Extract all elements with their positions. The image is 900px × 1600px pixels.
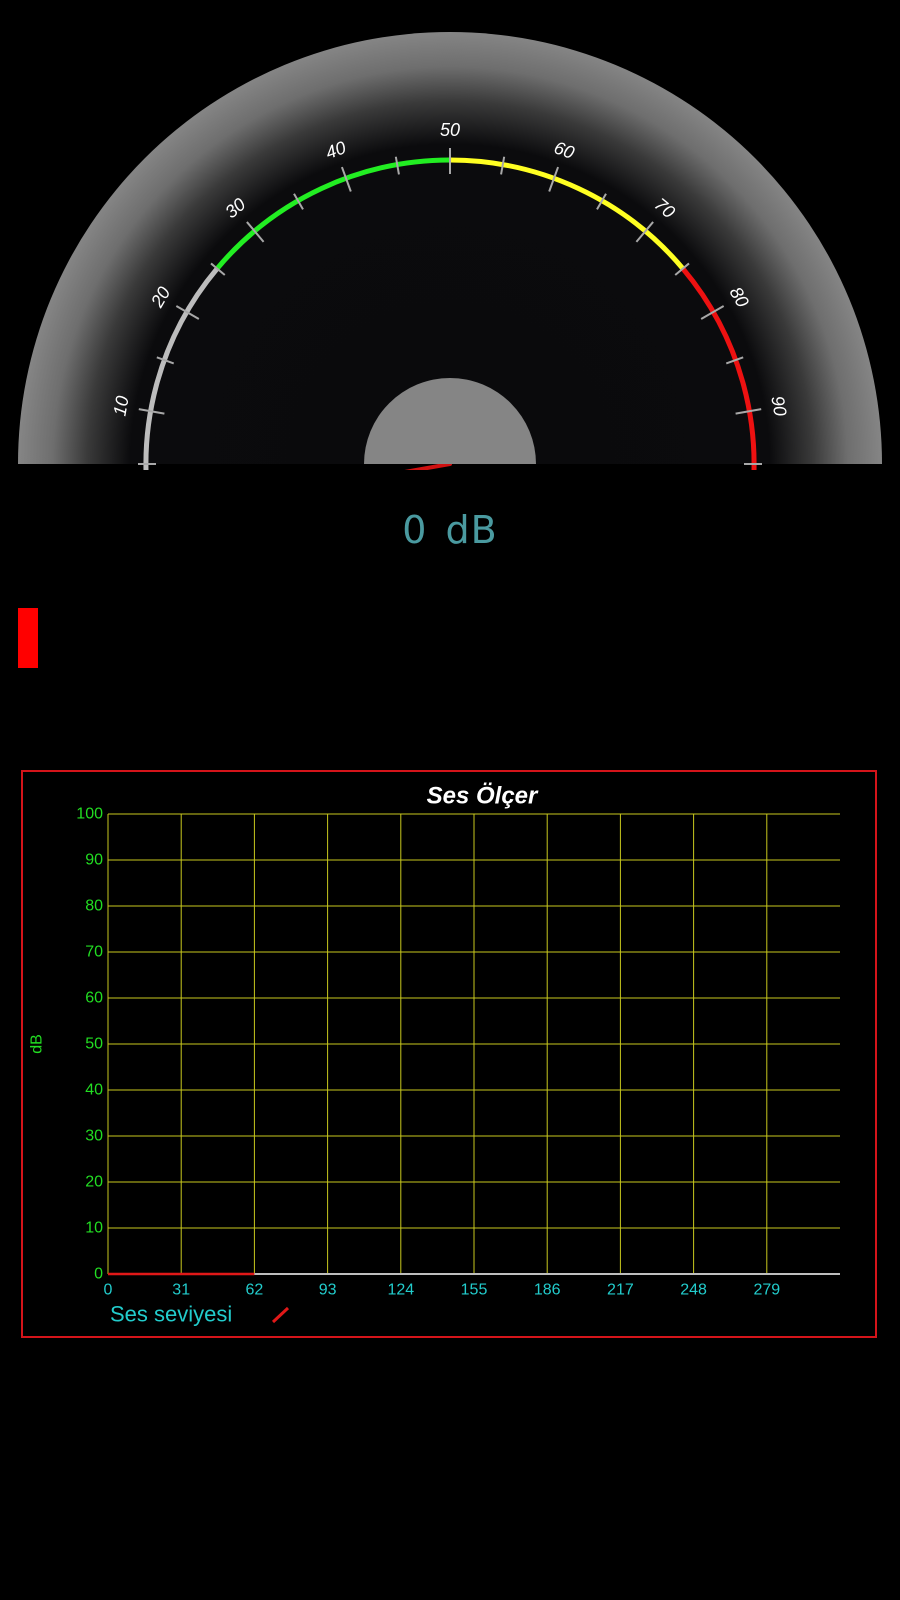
legend-swatch	[271, 1306, 290, 1324]
x-tick-label: 31	[172, 1282, 190, 1299]
x-tick-label: 217	[607, 1282, 634, 1299]
y-tick-label: 80	[85, 898, 103, 915]
y-tick-label: 40	[85, 1082, 103, 1099]
y-tick-label: 20	[85, 1174, 103, 1191]
gauge-tick-label: 50	[440, 120, 460, 140]
sound-level-chart: Ses Ölçer 0 10 20 30 40 50 60 70 80 90 100 0 31 62 93 12…	[29, 783, 840, 1327]
x-tick-label: 124	[387, 1282, 414, 1299]
y-tick-label: 100	[76, 806, 103, 823]
x-tick-label: 248	[680, 1282, 707, 1299]
sound-level-gauge: 0102030405060708090100	[18, 32, 882, 470]
x-tick-label: 279	[753, 1282, 780, 1299]
x-tick-label: 155	[461, 1282, 488, 1299]
y-tick-label: 0	[94, 1266, 103, 1283]
x-tick-label: 93	[319, 1282, 337, 1299]
chart-title: Ses Ölçer	[427, 783, 539, 810]
y-axis-label: dB	[29, 1034, 46, 1054]
y-tick-label: 30	[85, 1128, 103, 1145]
gauge-needle	[404, 462, 452, 470]
db-unit: dB	[445, 508, 498, 552]
y-tick-label: 10	[85, 1220, 103, 1237]
gauge-tick-label: 10	[109, 394, 132, 417]
db-readout: 0 dB	[0, 508, 900, 552]
legend-label: Ses seviyesi	[110, 1302, 232, 1327]
x-tick-label: 186	[534, 1282, 561, 1299]
level-bar	[18, 608, 38, 668]
y-tick-label: 50	[85, 1036, 103, 1053]
x-tick-label: 0	[104, 1282, 113, 1299]
gauge-tick-label: 90	[767, 394, 790, 417]
y-tick-label: 90	[85, 852, 103, 869]
chart-grid	[107, 813, 840, 1275]
x-tick-label: 62	[246, 1282, 264, 1299]
chart-panel: Ses Ölçer 0 10 20 30 40 50 60 70 80 90 100 0 31 62 93 12…	[21, 770, 877, 1338]
y-tick-label: 70	[85, 944, 103, 961]
db-value: 0	[402, 508, 428, 552]
y-tick-label: 60	[85, 990, 103, 1007]
